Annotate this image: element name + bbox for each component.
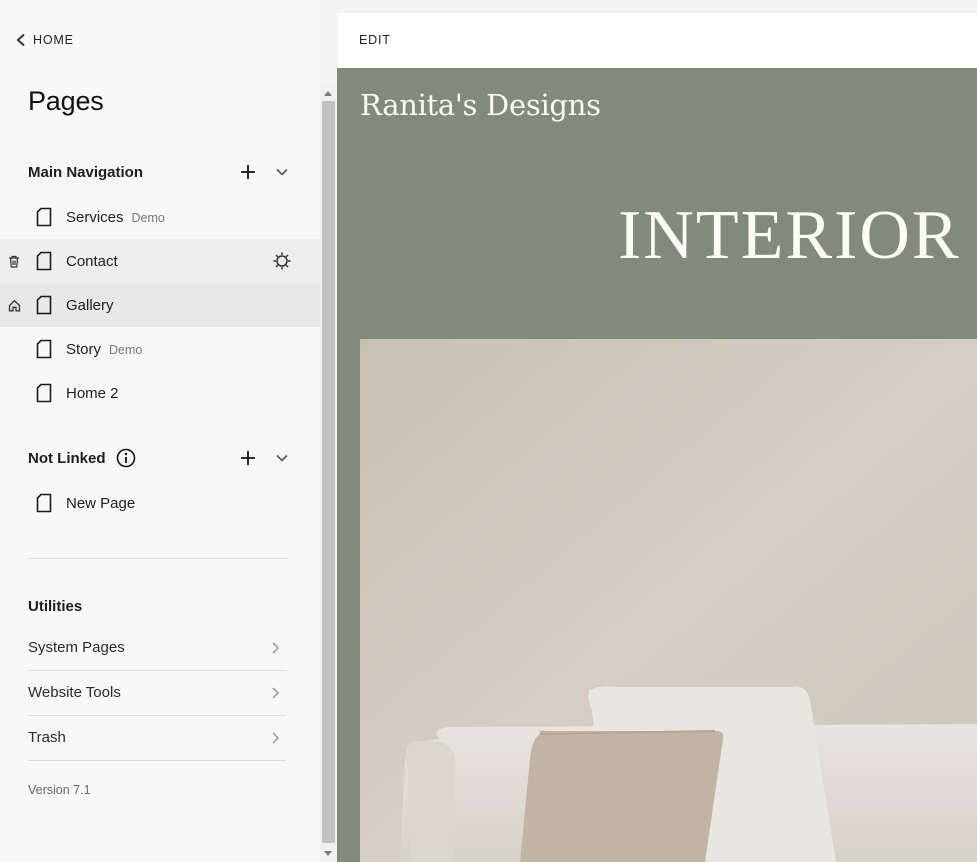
utility-label: Trash (28, 729, 66, 746)
site-title[interactable]: Ranita's Designs (360, 88, 601, 122)
page-item-story[interactable]: Story Demo (0, 327, 320, 371)
edit-toolbar: EDIT (337, 13, 977, 68)
chevron-left-icon (16, 33, 25, 47)
edit-button[interactable]: EDIT (359, 33, 391, 47)
sidebar-scrollbar[interactable] (320, 84, 337, 862)
version-label: Version 7.1 (28, 783, 91, 797)
page-label: New Page (66, 494, 136, 512)
homepage-indicator (7, 298, 21, 312)
page-icon (36, 493, 52, 513)
trash-icon (9, 255, 19, 268)
page-item-services[interactable]: Services Demo (0, 195, 320, 239)
utility-system-pages[interactable]: System Pages (28, 625, 286, 671)
utilities-label: Utilities (28, 598, 83, 615)
scroll-down-arrow-icon[interactable] (324, 851, 332, 856)
chevron-down-icon (276, 454, 288, 462)
not-linked-label: Not Linked (28, 449, 106, 467)
page-label: Home 2 (66, 384, 119, 402)
page-icon (36, 251, 52, 271)
pages-sidebar: HOME Pages Main Navigation Services Demo … (0, 0, 320, 862)
page-icon (36, 383, 52, 403)
demo-tag: Demo (131, 210, 165, 225)
page-item-new-page[interactable]: New Page (0, 481, 320, 525)
add-unlinked-page-button[interactable] (238, 448, 258, 468)
plus-icon (241, 165, 255, 179)
page-item-contact[interactable]: Contact (0, 239, 320, 283)
main-navigation-header: Main Navigation (28, 160, 292, 184)
main-navigation-label: Main Navigation (28, 163, 144, 181)
plus-icon (241, 451, 255, 465)
page-settings-button[interactable] (272, 251, 292, 271)
page-icon (36, 295, 52, 315)
page-icon (36, 207, 52, 227)
site-preview: EDIT Ranita's Designs INTERIOR F (337, 13, 977, 862)
not-linked-header: Not Linked (28, 446, 292, 470)
page-item-home-2[interactable]: Home 2 (0, 371, 320, 415)
page-label: Story (66, 340, 102, 358)
scroll-up-arrow-icon[interactable] (324, 91, 332, 96)
gear-icon (273, 252, 291, 270)
utility-website-tools[interactable]: Website Tools (28, 670, 286, 716)
add-page-button[interactable] (238, 162, 258, 182)
hero-image (360, 339, 977, 862)
page-label: Contact (66, 252, 118, 270)
section-divider (28, 558, 288, 559)
collapse-main-navigation-button[interactable] (272, 162, 292, 182)
collapse-not-linked-button[interactable] (272, 448, 292, 468)
utility-label: System Pages (28, 639, 125, 656)
chevron-right-icon (270, 686, 280, 700)
home-label: HOME (33, 33, 74, 47)
utility-trash[interactable]: Trash (28, 715, 286, 761)
info-icon[interactable] (116, 448, 136, 468)
chevron-down-icon (276, 168, 288, 176)
site-hero-section[interactable]: Ranita's Designs INTERIOR F (337, 68, 977, 862)
page-label: Services (66, 208, 124, 226)
utility-label: Website Tools (28, 684, 121, 701)
home-back-link[interactable]: HOME (15, 31, 74, 49)
page-title: Pages (28, 86, 104, 116)
hero-heading: INTERIOR F (618, 197, 977, 274)
home-icon (8, 299, 20, 311)
page-item-gallery[interactable]: Gallery (0, 283, 320, 327)
delete-page-button[interactable] (7, 254, 21, 268)
demo-tag: Demo (109, 342, 143, 357)
page-icon (36, 339, 52, 359)
chevron-right-icon (270, 641, 280, 655)
page-label: Gallery (66, 296, 114, 314)
chevron-right-icon (270, 731, 280, 745)
scrollbar-thumb[interactable] (322, 101, 335, 843)
